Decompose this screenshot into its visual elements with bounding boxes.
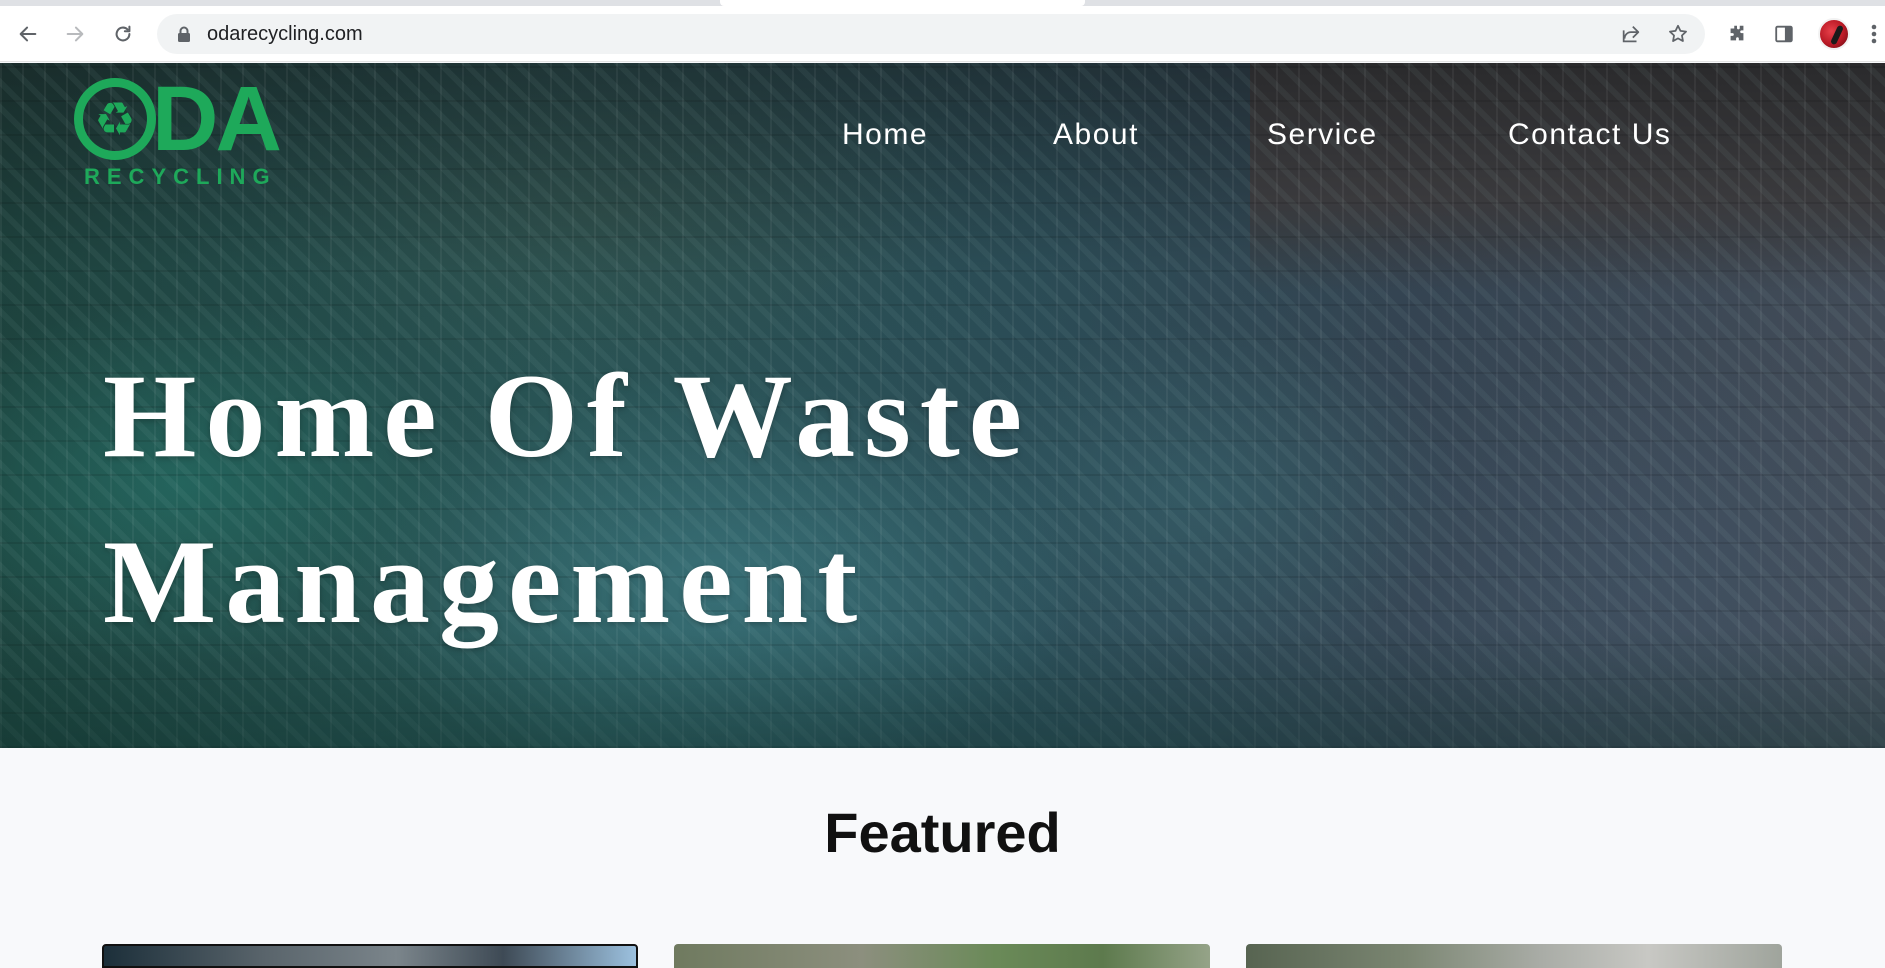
nav-link-service[interactable]: Service <box>1267 115 1378 155</box>
puzzle-icon[interactable] <box>1721 18 1753 50</box>
site-navigation: Home About Service Contact Us <box>0 115 1885 155</box>
nav-link-contact-us[interactable]: Contact Us <box>1508 115 1671 155</box>
side-panel-icon[interactable] <box>1768 18 1800 50</box>
hero-title: Home Of Waste Management <box>103 333 1203 665</box>
avatar[interactable] <box>1818 18 1850 50</box>
kebab-menu-icon[interactable] <box>1866 18 1882 50</box>
address-bar[interactable]: odarecycling.com <box>157 14 1705 54</box>
featured-heading: Featured <box>824 801 1061 864</box>
arrow-right-icon[interactable] <box>59 18 91 50</box>
featured-card-2[interactable] <box>674 944 1210 968</box>
lock-icon[interactable] <box>174 24 194 44</box>
browser-toolbar: odarecycling.com <box>0 6 1885 62</box>
featured-cards <box>0 944 1885 968</box>
nav-link-home[interactable]: Home <box>842 115 928 155</box>
hero-title-line-1: Home Of Waste <box>103 349 1031 482</box>
logo-subtitle: RECYCLING <box>84 164 277 189</box>
star-icon[interactable] <box>1662 18 1694 50</box>
nav-link-about[interactable]: About <box>1053 115 1139 155</box>
featured-card-3[interactable] <box>1246 944 1782 968</box>
featured-card-1[interactable] <box>102 944 638 968</box>
reload-icon[interactable] <box>107 18 139 50</box>
share-icon[interactable] <box>1615 18 1647 50</box>
profile-avatar-image[interactable] <box>1818 18 1850 50</box>
arrow-left-icon[interactable] <box>12 18 44 50</box>
hero-title-line-2: Management <box>103 515 867 648</box>
hero-section: ♻ DA RECYCLING Home About Service Contac… <box>0 63 1885 748</box>
url-text[interactable]: odarecycling.com <box>207 24 363 44</box>
